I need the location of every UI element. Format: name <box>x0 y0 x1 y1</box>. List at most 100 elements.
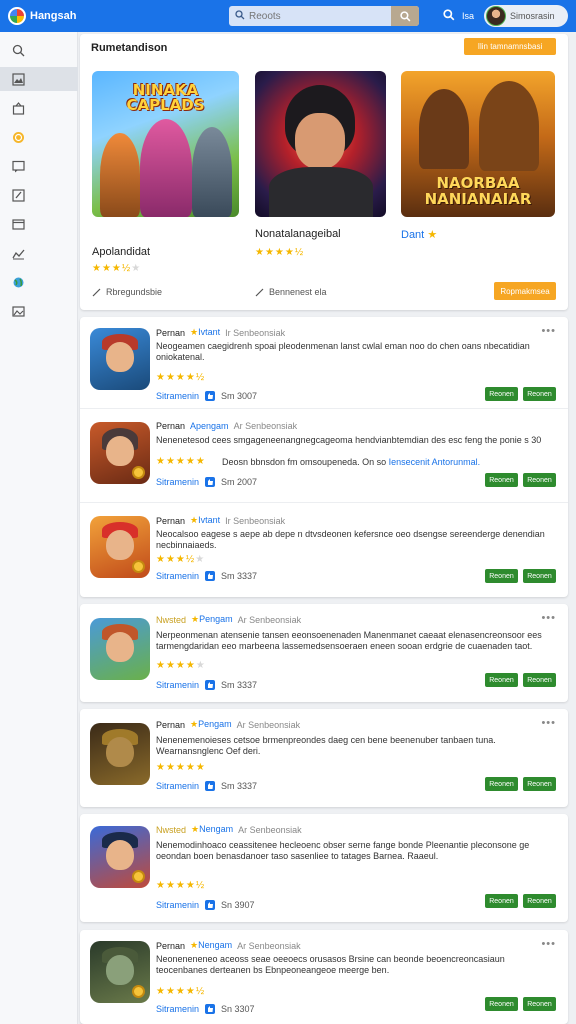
game-description-text: Deosn bbnsdon fm omsoupeneda. On so <box>222 457 389 467</box>
game-author[interactable]: Nwsted <box>156 615 186 625</box>
thumbs-up-icon[interactable] <box>205 391 216 401</box>
featured-bottom-button[interactable]: Ropmakmsea <box>494 282 556 300</box>
game-action-button[interactable]: Reonen <box>523 894 556 908</box>
sidebar-item-photos[interactable] <box>0 299 78 323</box>
sidebar-item-search[interactable] <box>0 38 78 62</box>
game-user[interactable]: Sitramenin <box>156 680 199 690</box>
game-row[interactable]: Nwsted ★Nengam Ar Senbeonsiak Nenemodinh… <box>80 814 568 922</box>
search-button[interactable] <box>391 6 419 26</box>
featured-game-name[interactable]: Apolandidat <box>92 246 150 258</box>
game-link[interactable]: Iensecenit Antorunmal. <box>389 457 481 467</box>
app-logo[interactable] <box>8 7 26 25</box>
thumbs-up-icon[interactable] <box>205 680 216 690</box>
star-rating: ★★★★½ <box>156 880 206 891</box>
sidebar-item-store[interactable] <box>0 96 78 120</box>
game-user[interactable]: Sitramenin <box>156 571 199 581</box>
game-user[interactable]: Sitramenin <box>156 391 199 401</box>
chart-icon <box>12 249 25 259</box>
thumbs-up-icon[interactable] <box>205 900 216 910</box>
game-row[interactable]: Pernan ★Ivtant Ir Senbeonsiak ••• Neogea… <box>80 317 568 409</box>
thumbs-up-icon[interactable] <box>205 571 216 581</box>
game-author[interactable]: Pernan <box>156 516 185 526</box>
game-action-button[interactable]: Reonen <box>523 569 556 583</box>
more-icon[interactable]: ••• <box>541 325 556 337</box>
featured-top-button[interactable]: Ilin tamnamnsbasi <box>464 38 556 55</box>
featured-game-thumbnail[interactable]: NINAKA CAPLADS <box>92 71 239 217</box>
search-icon[interactable] <box>443 9 455 21</box>
game-author[interactable]: Pernan <box>156 720 185 730</box>
game-row[interactable]: Pernan ★Ivtant Ir Senbeonsiak Neocalsoo … <box>80 505 568 597</box>
game-footer: Sitramenin Sm 3337 <box>156 680 257 690</box>
game-author[interactable]: Pernan <box>156 328 185 338</box>
game-tag[interactable]: ★Pengam <box>190 719 232 730</box>
game-count: Sm 3337 <box>221 781 258 791</box>
sidebar-item-edit[interactable] <box>0 183 78 207</box>
game-tag[interactable]: ★Ivtant <box>190 327 220 338</box>
game-tag-text: Nengam <box>198 940 233 950</box>
game-tag[interactable]: ★Ivtant <box>190 515 220 526</box>
game-action-button[interactable]: Reonen <box>485 569 518 583</box>
featured-game-thumbnail[interactable] <box>255 71 386 217</box>
game-art-title: NINAKA CAPLADS <box>126 81 205 114</box>
top-bar: Hangsah Isa Simosrasin <box>0 0 576 32</box>
more-icon[interactable]: ••• <box>541 938 556 950</box>
game-actions: Reonen Reonen <box>485 569 556 583</box>
sidebar-item-window[interactable] <box>0 212 78 236</box>
featured-game-name-text: Dant <box>401 229 425 241</box>
user-menu[interactable]: Simosrasin <box>484 5 568 27</box>
top-label[interactable]: Isa <box>462 11 474 21</box>
game-author[interactable]: Pernan <box>156 941 185 951</box>
game-icon <box>90 328 150 390</box>
sidebar-item-globe[interactable] <box>0 270 78 294</box>
game-user[interactable]: Sitramenin <box>156 781 199 791</box>
game-action-button[interactable]: Reonen <box>523 387 556 401</box>
game-author[interactable]: Nwsted <box>156 825 186 835</box>
search-input[interactable] <box>229 6 391 26</box>
character-figure <box>419 89 469 169</box>
avatar <box>486 6 506 26</box>
coin-icon <box>13 131 24 143</box>
game-action-button[interactable]: Reonen <box>485 387 518 401</box>
game-user[interactable]: Sitramenin <box>156 1004 199 1014</box>
game-tag[interactable]: Apengam <box>190 421 229 431</box>
game-tag[interactable]: ★Nengam <box>190 940 232 951</box>
character-figure <box>140 119 192 217</box>
game-header: Pernan ★Ivtant Ir Senbeonsiak <box>156 327 285 338</box>
more-icon[interactable]: ••• <box>541 612 556 624</box>
game-row[interactable]: Pernan Apengam Ar Senbeonsiak Neneneteso… <box>80 411 568 503</box>
featured-meta: Bennenest ela <box>255 287 327 297</box>
more-icon[interactable]: ••• <box>541 717 556 729</box>
game-action-button[interactable]: Reonen <box>523 673 556 687</box>
game-header: Pernan Apengam Ar Senbeonsiak <box>156 421 297 431</box>
game-tag[interactable]: ★Nengam <box>191 824 233 835</box>
game-row[interactable]: Pernan ★Pengam Ar Senbeonsiak ••• Nenene… <box>80 709 568 807</box>
game-action-button[interactable]: Reonen <box>523 997 556 1011</box>
game-tag[interactable]: ★Pengam <box>191 614 233 625</box>
featured-game-name[interactable]: Nonatalanageibal <box>255 228 341 240</box>
sidebar-item-stats[interactable] <box>0 241 78 265</box>
game-action-button[interactable]: Reonen <box>485 673 518 687</box>
game-user[interactable]: Sitramenin <box>156 900 199 910</box>
sidebar-item-chat[interactable] <box>0 154 78 178</box>
game-row[interactable]: Pernan ★Nengam Ar Senbeonsiak ••• Neonen… <box>80 930 568 1024</box>
game-user[interactable]: Sitramenin <box>156 477 199 487</box>
game-row[interactable]: Nwsted ★Pengam Ar Senbeonsiak ••• Nerpeo… <box>80 604 568 702</box>
game-action-button[interactable]: Reonen <box>485 473 518 487</box>
sidebar-item-coins[interactable] <box>0 125 78 149</box>
game-action-button[interactable]: Reonen <box>523 473 556 487</box>
featured-game-thumbnail[interactable]: NAORBAA NANIANAIAR <box>401 71 555 217</box>
game-action-button[interactable]: Reonen <box>485 894 518 908</box>
sidebar-item-images[interactable] <box>0 67 78 91</box>
search-box[interactable] <box>229 6 419 26</box>
game-actions: Reonen Reonen <box>485 894 556 908</box>
game-action-button[interactable]: Reonen <box>485 777 518 791</box>
game-action-button[interactable]: Reonen <box>485 997 518 1011</box>
thumbs-up-icon[interactable] <box>205 781 216 791</box>
featured-title: Rumetandison <box>91 42 168 54</box>
thumbs-up-icon[interactable] <box>205 1004 216 1014</box>
featured-game-name[interactable]: Dant ★ <box>401 228 437 241</box>
game-action-button[interactable]: Reonen <box>523 777 556 791</box>
game-author[interactable]: Pernan <box>156 421 185 431</box>
game-description: Nenenetesod cees smgageneenangnegcageoma… <box>156 435 542 445</box>
thumbs-up-icon[interactable] <box>205 477 216 487</box>
